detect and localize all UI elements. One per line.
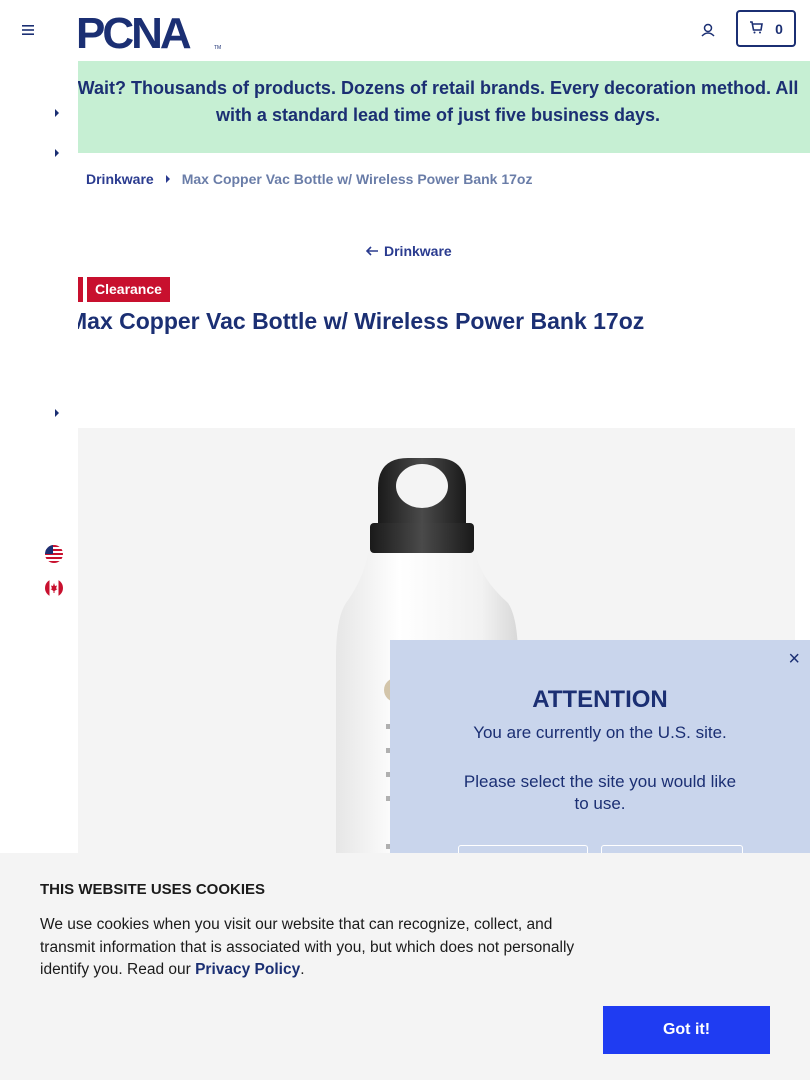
modal-current-site-text: You are currently on the U.S. site.: [473, 723, 727, 742]
back-to-drinkware-link[interactable]: Drinkware: [365, 243, 452, 259]
caret-right-icon[interactable]: [52, 406, 62, 418]
cart-icon: [749, 20, 764, 37]
cart-count: 0: [775, 20, 783, 37]
left-sidebar: [0, 60, 78, 853]
close-icon[interactable]: ×: [788, 648, 800, 671]
hamburger-menu-icon[interactable]: [18, 20, 38, 40]
caret-right-icon[interactable]: [52, 146, 62, 158]
breadcrumb-current: Max Copper Vac Bottle w/ Wireless Power …: [181, 171, 533, 187]
canada-flag-icon[interactable]: [45, 579, 63, 597]
pcna-logo[interactable]: PCNA TM: [76, 9, 224, 58]
promo-text: Wait? Thousands of products. Dozens of r…: [78, 78, 799, 125]
logo-text: PCNA: [76, 10, 191, 50]
logo-tm: TM: [214, 45, 221, 50]
badge-sliver: [78, 277, 83, 302]
us-flag-icon[interactable]: [45, 545, 63, 563]
caret-right-icon: [164, 171, 172, 187]
cookie-title: THIS WEBSITE USES COOKIES: [40, 881, 266, 898]
caret-right-icon[interactable]: [52, 106, 62, 118]
cookie-body: We use cookies when you visit our websit…: [40, 916, 575, 978]
clearance-badge: Clearance: [87, 277, 170, 302]
modal-select-text: Please select the site you would like to…: [463, 772, 737, 813]
site-header: PCNA TM 0: [0, 0, 810, 60]
privacy-policy-link[interactable]: Privacy Policy: [195, 961, 300, 978]
modal-title: ATTENTION: [532, 686, 668, 713]
cart-button[interactable]: 0: [736, 10, 796, 47]
account-icon[interactable]: [697, 20, 719, 42]
product-title-container: Max Copper Vac Bottle w/ Wireless Power …: [78, 308, 810, 344]
back-link-label: Drinkware: [384, 243, 452, 259]
arrow-left-icon: [365, 243, 380, 259]
breadcrumb: Drinkware Max Copper Vac Bottle w/ Wirel…: [86, 171, 532, 187]
promo-banner: Wait? Thousands of products. Dozens of r…: [78, 61, 810, 153]
product-title: Max Copper Vac Bottle w/ Wireless Power …: [78, 308, 645, 334]
got-it-button[interactable]: Got it!: [603, 1006, 770, 1054]
site-select-modal: ×: [390, 640, 810, 853]
cookie-text: We use cookies when you visit our websit…: [40, 914, 610, 982]
breadcrumb-drinkware[interactable]: Drinkware: [86, 171, 154, 187]
cookie-period: .: [300, 961, 305, 978]
